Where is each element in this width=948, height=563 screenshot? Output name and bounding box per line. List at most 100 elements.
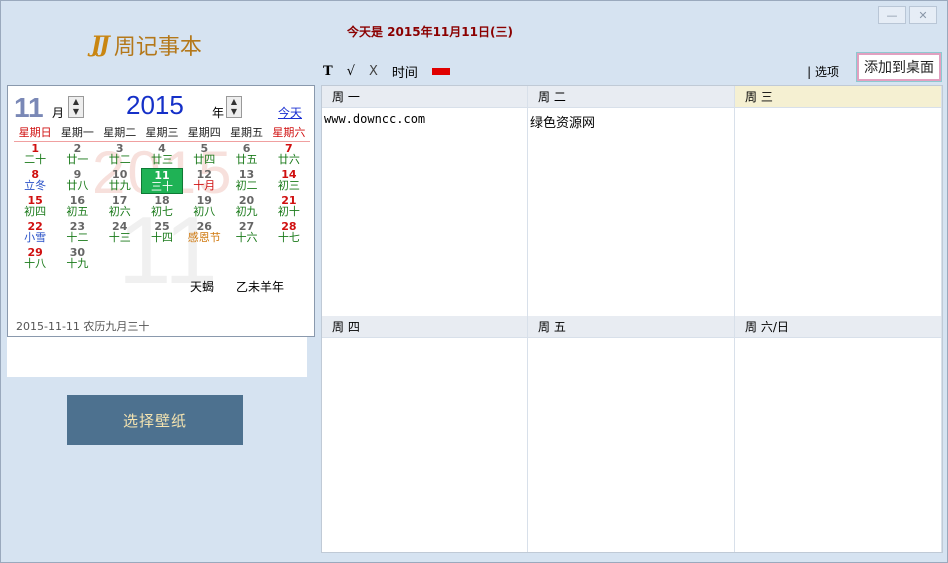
calendar-header: 11 月 ▲ ▼ 2015 年 ▲ ▼ 今天	[14, 90, 308, 124]
color-swatch-icon[interactable]	[431, 67, 450, 75]
calendar-day[interactable]: 12 十月	[183, 168, 225, 194]
year-label: 年	[212, 106, 225, 120]
calendar-day[interactable]: 19 初八	[183, 194, 225, 220]
app-title: 周记事本	[113, 35, 202, 60]
options-menu[interactable]: | 选项	[807, 63, 839, 80]
app-logo: JJ 周记事本	[91, 29, 202, 61]
calendar-day[interactable]: 22 小雪	[14, 220, 56, 246]
lunar-day: 廿二	[108, 153, 131, 166]
lunar-day: 初六	[108, 205, 131, 218]
weekday-label: 星期日	[18, 126, 52, 139]
day-note-text[interactable]	[322, 338, 527, 346]
calendar-day[interactable]: 6 廿五	[225, 142, 267, 168]
app-window: — ✕ JJ 周记事本 今天是 2015年11月11日(三) 11 月 ▲ ▼ 2…	[0, 0, 948, 563]
lunar-day: 廿一	[66, 153, 89, 166]
calendar-panel: 11 月 ▲ ▼ 2015 年 ▲ ▼ 今天 星期日 星期一 星期二 星期三 星期四 星期五星…	[7, 85, 315, 337]
lunar-day: 三十	[150, 180, 173, 193]
lunar-day: 初三	[277, 179, 300, 192]
calendar-day[interactable]: 25 十四	[141, 220, 183, 246]
calendar-day[interactable]: 15 初四	[14, 194, 56, 220]
day-note-text[interactable]: www.downcc.com	[322, 108, 527, 130]
calendar-day[interactable]: 26 感恩节	[183, 220, 225, 246]
logo-mark: JJ	[91, 32, 110, 58]
lunar-day: 小雪	[24, 231, 47, 244]
calendar-day[interactable]: 11 三十	[140, 168, 184, 194]
day-note-text[interactable]	[735, 108, 941, 116]
lunar-day: 十月	[193, 179, 216, 192]
lunar-day: 初四	[24, 205, 47, 218]
month-spinner[interactable]: ▲ ▼	[68, 96, 84, 118]
time-button[interactable]: 时间	[392, 62, 418, 81]
lunar-day: 廿六	[277, 153, 300, 166]
calendar-day[interactable]: 28 十七	[268, 220, 310, 246]
lunar-day: 十四	[150, 231, 173, 244]
calendar-day[interactable]: 4 廿三	[141, 142, 183, 168]
calendar-day[interactable]: 16 初五	[56, 194, 98, 220]
calendar-notes-area[interactable]	[7, 337, 307, 377]
month-label: 月	[52, 106, 65, 120]
lunar-day: 初五	[66, 205, 89, 218]
day-note-header: 周 一	[322, 86, 527, 108]
day-note-text[interactable]	[528, 338, 734, 346]
calendar-day[interactable]: 21 初十	[268, 194, 310, 220]
lunar-day: 十九	[66, 257, 89, 270]
calendar-day[interactable]: 14 初三	[268, 168, 310, 194]
calendar-day[interactable]: 1 二十	[14, 142, 56, 168]
lunar-day: 初七	[150, 205, 173, 218]
today-link[interactable]: 今天	[278, 104, 302, 121]
day-note-header: 周 五	[528, 316, 734, 338]
week-grid: 周 一 www.downcc.com 周 二绿色资源网周 三周 四周 五周 六/日	[321, 85, 943, 553]
window-controls: — ✕	[878, 6, 937, 24]
lunar-day: 十二	[66, 231, 89, 244]
cross-icon[interactable]: X	[369, 64, 378, 79]
lunar-day: 十三	[108, 231, 131, 244]
calendar-day[interactable]: 9 廿八	[56, 168, 98, 194]
lunar-day: 感恩节	[187, 231, 221, 244]
calendar-day[interactable]: 2 廿一	[56, 142, 98, 168]
calendar-days-grid: 1 二十 2 廿一 3 廿二 4 廿三 5 廿四 6 廿五 7 廿六 8 立冬 9 廿八 10 廿九 11 三十 12 十月 1…	[14, 142, 310, 272]
calendar-day[interactable]: 13 初二	[225, 168, 267, 194]
day-note-cell[interactable]: 周 二绿色资源网	[528, 86, 735, 316]
calendar-day[interactable]: 20 初九	[225, 194, 267, 220]
bold-text-icon[interactable]: T	[323, 64, 333, 79]
day-note-header: 周 三	[735, 86, 941, 108]
day-note-cell[interactable]: 周 三	[735, 86, 942, 316]
today-date-text: 今天是 2015年11月11日(三)	[347, 25, 513, 39]
year-number: 2015	[126, 90, 184, 120]
calendar-day[interactable]: 27 十六	[225, 220, 267, 246]
lunar-day: 廿三	[150, 153, 173, 166]
day-note-text[interactable]: 绿色资源网	[528, 108, 734, 135]
lunar-day: 十八	[24, 257, 47, 270]
calendar-day[interactable]: 30 十九	[56, 246, 98, 272]
calendar-day[interactable]: 29 十八	[14, 246, 56, 272]
calendar-day[interactable]: 7 廿六	[268, 142, 310, 168]
year-spinner[interactable]: ▲ ▼	[226, 96, 242, 118]
minimize-icon[interactable]: —	[878, 6, 906, 24]
calendar-day[interactable]: 17 初六	[99, 194, 141, 220]
calendar-day[interactable]: 23 十二	[56, 220, 98, 246]
zodiac-sign: 天蝎	[190, 280, 215, 294]
calendar-day[interactable]: 10 廿九	[99, 168, 141, 194]
day-note-cell[interactable]: 周 六/日	[735, 316, 942, 552]
choose-wallpaper-button[interactable]: 选择壁纸	[67, 395, 243, 445]
calendar-day[interactable]: 18 初七	[141, 194, 183, 220]
lunar-day: 廿四	[193, 153, 216, 166]
day-note-cell[interactable]: 周 四	[322, 316, 528, 552]
calendar-day[interactable]: 8 立冬	[14, 168, 56, 194]
weekday-label: 星期六	[272, 126, 306, 139]
day-note-cell[interactable]: 周 一 www.downcc.com	[322, 86, 528, 316]
close-icon[interactable]: ✕	[909, 6, 937, 24]
day-note-cell[interactable]: 周 五	[528, 316, 735, 552]
lunar-day: 立冬	[24, 179, 47, 192]
calendar-day[interactable]: 3 廿二	[99, 142, 141, 168]
check-icon[interactable]: √	[347, 64, 355, 79]
editor-toolbar: T √ X 时间	[323, 61, 450, 81]
calendar-day[interactable]: 24 十三	[99, 220, 141, 246]
add-to-desktop-button[interactable]: 添加到桌面	[856, 52, 942, 82]
day-note-text[interactable]	[735, 338, 941, 346]
lunar-day: 初二	[235, 179, 258, 192]
calendar-day[interactable]: 5 廿四	[183, 142, 225, 168]
lunar-day: 初十	[277, 205, 300, 218]
day-note-header: 周 六/日	[735, 316, 941, 338]
day-note-header: 周 二	[528, 86, 734, 108]
